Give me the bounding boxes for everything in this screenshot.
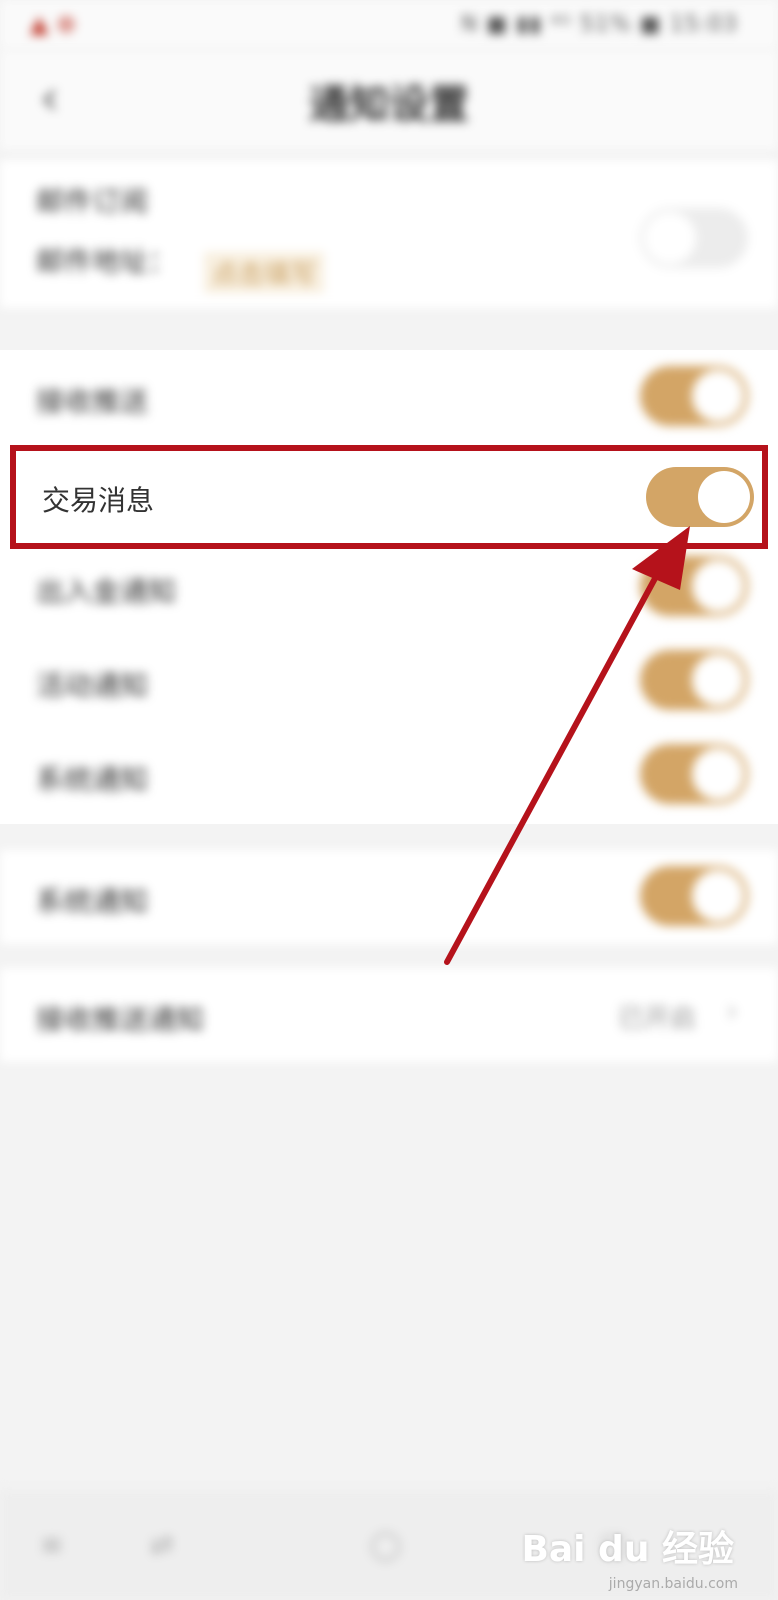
menu-icon[interactable]: ≡ xyxy=(40,1528,63,1561)
toggle-knob xyxy=(692,370,744,422)
setting-label-activity: 活动通知 xyxy=(36,669,149,702)
toggle-knob xyxy=(698,471,750,523)
status-bar: ▲ ⊕ N ■ ▮▮ ⁴ᴳ 51% ■ 15:03 xyxy=(0,0,778,50)
toggle-knob xyxy=(692,748,744,800)
setting-row-funds: 出入金通知 xyxy=(0,540,778,634)
baidu-jingyan-url: jingyan.baidu.com xyxy=(608,1576,738,1592)
email-subscribe-label: 邮件订阅 xyxy=(36,185,149,218)
setting-toggle-push[interactable] xyxy=(640,366,748,426)
status-left-icons: ▲ ⊕ xyxy=(30,10,76,38)
setting-label-trade: 交易消息 xyxy=(42,484,155,517)
setting-label-system: 系统通知 xyxy=(36,763,149,796)
bottom-settings-section: 接收推送通知 已开启 › xyxy=(0,968,778,1062)
setting-row-other: 系统通知 xyxy=(0,850,778,944)
setting-toggle-other[interactable] xyxy=(640,866,748,926)
setting-value-notify-status: 已开启 xyxy=(617,1004,696,1034)
page-title: 通知设置 xyxy=(309,82,469,128)
notification-section: 接收推送 出入金通知 活动通知 系统通知 xyxy=(0,350,778,824)
setting-toggle-trade[interactable] xyxy=(646,467,754,527)
setting-toggle-system[interactable] xyxy=(640,744,748,804)
setting-row-activity: 活动通知 xyxy=(0,634,778,728)
toggle-knob xyxy=(692,560,744,612)
other-section: 系统通知 xyxy=(0,850,778,944)
status-right-info: N ■ ▮▮ ⁴ᴳ 51% ■ 15:03 xyxy=(460,12,738,37)
setting-row-system: 系统通知 xyxy=(0,728,778,822)
setting-row-push: 接收推送 xyxy=(0,350,778,444)
setting-row-notify-status[interactable]: 接收推送通知 已开启 › xyxy=(0,968,778,1062)
home-icon[interactable]: ◯ xyxy=(370,1528,401,1561)
status-left-text: ▲ ⊕ xyxy=(30,10,77,38)
baidu-jingyan-watermark: Bai du 经验 xyxy=(521,1529,734,1570)
email-section: 邮件订阅 邮件地址： 点击填写 xyxy=(0,160,778,308)
setting-toggle-funds[interactable] xyxy=(640,556,748,616)
setting-toggle-activity[interactable] xyxy=(640,650,748,710)
setting-label-funds: 出入金通知 xyxy=(36,575,177,608)
header: ‹ 通知设置 xyxy=(0,50,778,150)
setting-row-trade-highlighted: 交易消息 xyxy=(10,445,768,549)
email-address-note[interactable]: 点击填写 xyxy=(204,252,325,293)
setting-label-notify-status: 接收推送通知 xyxy=(36,1003,205,1036)
chevron-right-icon: › xyxy=(726,994,738,1029)
setting-label-other: 系统通知 xyxy=(36,885,149,918)
toggle-knob xyxy=(644,212,696,264)
setting-label-push: 接收推送 xyxy=(36,385,149,418)
toggle-knob xyxy=(692,870,744,922)
email-address-label: 邮件地址： xyxy=(36,245,177,278)
email-subscribe-toggle[interactable] xyxy=(640,208,748,268)
switch-icon[interactable]: ⇄ xyxy=(150,1528,173,1561)
toggle-knob xyxy=(692,654,744,706)
